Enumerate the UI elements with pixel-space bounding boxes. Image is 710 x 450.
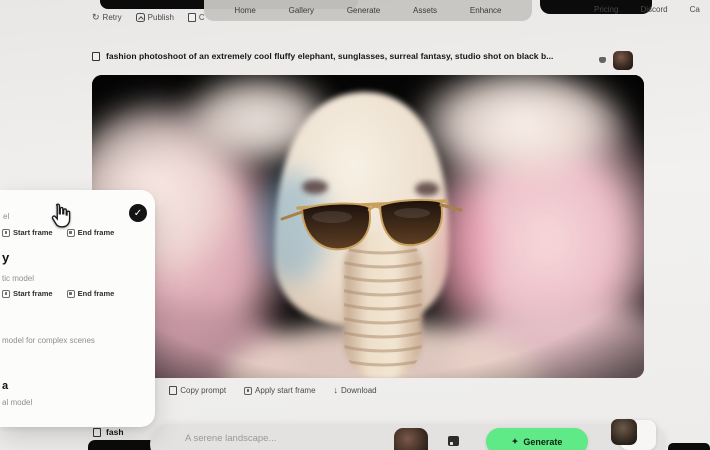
prompt-composer: ✦ Generate: [150, 424, 666, 450]
frame-icon: [244, 387, 252, 395]
copy-prompt-icon[interactable]: [93, 428, 101, 437]
nav-tab-enhance[interactable]: Enhance: [470, 6, 502, 15]
frame-icon: [67, 290, 75, 298]
model2-frame-chips: Start frame End frame: [2, 289, 114, 298]
model3-subtitle[interactable]: model for complex scenes: [2, 336, 95, 345]
main-nav: Home Gallery Generate Assets Enhance: [204, 0, 532, 21]
copy-prompt-label: Copy prompt: [180, 386, 226, 395]
publish-label: Publish: [148, 13, 174, 22]
generate-button[interactable]: ✦ Generate: [486, 428, 588, 450]
small-badge-icon: [599, 57, 606, 63]
model1-subtitle: el: [3, 212, 9, 221]
start-frame-label: Start frame: [13, 228, 53, 237]
generated-video[interactable]: [92, 75, 644, 378]
hand-cursor-icon: [48, 202, 74, 230]
start-frame-chip[interactable]: Start frame: [2, 228, 53, 237]
nav-tab-generate[interactable]: Generate: [347, 6, 380, 15]
previous-card-toolbar: ↻ Retry Publish C: [92, 13, 205, 22]
nav-tab-gallery[interactable]: Gallery: [289, 6, 314, 15]
publish-button[interactable]: Publish: [136, 13, 174, 22]
prompt-input[interactable]: [185, 433, 375, 444]
model2-subtitle: tic model: [2, 274, 34, 283]
retry-button[interactable]: ↻ Retry: [92, 13, 122, 22]
nav-tab-home[interactable]: Home: [234, 6, 255, 15]
link-clipped[interactable]: Ca: [690, 5, 700, 14]
publish-icon: [136, 13, 145, 22]
copy-prompt-icon[interactable]: [92, 52, 100, 61]
end-frame-label: End frame: [78, 228, 115, 237]
model4-title[interactable]: a: [2, 380, 8, 392]
copy-prompt-button[interactable]: Copy prompt: [169, 386, 226, 395]
selected-check-icon: ✓: [129, 204, 147, 222]
end-frame-chip[interactable]: End frame: [67, 289, 115, 298]
next-video-stub-right: [668, 443, 710, 450]
copy-icon: [169, 386, 177, 395]
apply-start-frame-button[interactable]: Apply start frame: [244, 386, 315, 395]
elephant-artwork: [92, 75, 644, 378]
start-frame-label: Start frame: [13, 289, 53, 298]
copy-icon: [188, 13, 196, 22]
card-prompt-text: fashion photoshoot of an extremely cool …: [106, 51, 553, 61]
next-card-prompt-row: fash: [93, 427, 124, 437]
copy-prompt-button-clipped[interactable]: C: [188, 13, 205, 22]
frame-icon: [2, 290, 10, 298]
header-links: Pricing Discord Ca: [594, 5, 700, 14]
link-pricing[interactable]: Pricing: [594, 5, 618, 14]
start-frame-chip[interactable]: Start frame: [2, 289, 53, 298]
download-label: Download: [341, 386, 377, 395]
app-window: ↻ Retry Publish C Home Gallery Generate …: [0, 0, 710, 450]
frame-icon: [2, 229, 10, 237]
creator-avatar[interactable]: [613, 51, 633, 70]
retry-label: Retry: [103, 13, 122, 22]
download-icon: ↓: [334, 386, 339, 395]
sparkle-icon: ✦: [512, 437, 519, 446]
link-discord[interactable]: Discord: [640, 5, 667, 14]
reference-image-thumb-right[interactable]: [611, 419, 637, 445]
download-button[interactable]: ↓ Download: [334, 386, 377, 395]
next-card-prompt-text: fash: [106, 427, 124, 437]
image-attachment-icon[interactable]: [448, 436, 459, 446]
model2-title[interactable]: y: [2, 250, 9, 265]
next-video-stub: [88, 440, 158, 450]
nav-tab-assets[interactable]: Assets: [413, 6, 437, 15]
reference-image-thumb[interactable]: [394, 428, 428, 450]
generate-label: Generate: [523, 437, 562, 447]
end-frame-label: End frame: [78, 289, 115, 298]
retry-icon: ↻: [92, 13, 100, 22]
model4-subtitle: al model: [2, 398, 32, 407]
card-prompt-row: fashion photoshoot of an extremely cool …: [92, 51, 592, 61]
apply-start-frame-label: Apply start frame: [255, 386, 315, 395]
model-select-panel: el ✓ Start frame End frame y tic model S…: [0, 190, 155, 427]
